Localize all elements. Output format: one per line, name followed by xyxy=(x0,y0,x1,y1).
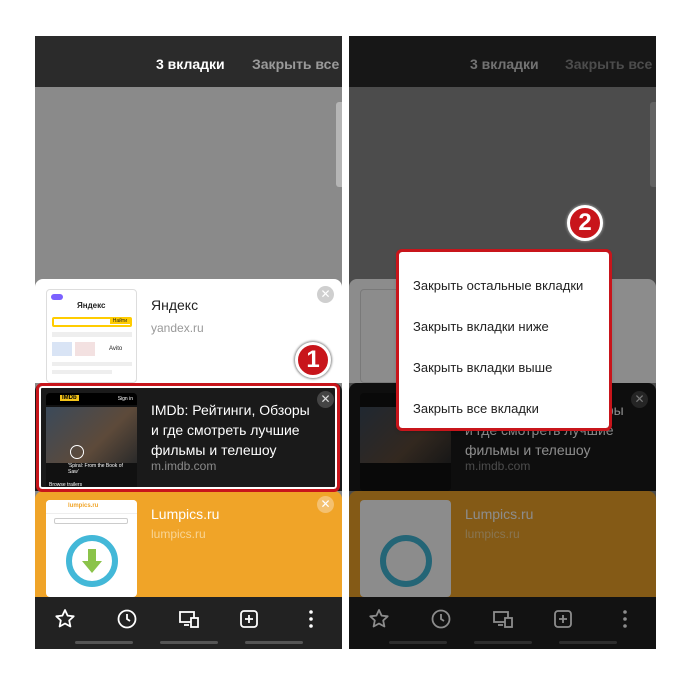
tabs-header: 3 вкладки Закрыть все xyxy=(35,36,342,87)
nav-hint-line xyxy=(245,641,303,644)
tab-url: yandex.ru xyxy=(151,321,204,335)
avito-label: Avito xyxy=(109,346,123,352)
tab-thumbnail-yandex: Яндекс Найти Avito xyxy=(46,289,137,383)
step-badge-2: 2 xyxy=(567,205,603,241)
yandex-find-button: Найти xyxy=(109,318,130,324)
close-tab-icon[interactable]: ✕ xyxy=(317,496,334,513)
tab-card-lumpics[interactable]: lumpics.ru Lumpics.ru lumpics.ru xyxy=(35,491,342,597)
tab-url: lumpics.ru xyxy=(151,527,206,541)
step-badge-1: 1 xyxy=(295,342,331,378)
tab-thumbnail-lumpics: lumpics.ru xyxy=(46,500,137,597)
tab-count-label: 3 вкладки xyxy=(156,56,225,72)
close-tab-icon[interactable]: ✕ xyxy=(317,286,334,303)
devices-icon[interactable] xyxy=(177,607,201,631)
nav-hint-line xyxy=(160,641,218,644)
new-tab-icon[interactable] xyxy=(237,607,261,631)
tab-title: Lumpics.ru xyxy=(151,506,220,522)
bottom-toolbar xyxy=(35,597,342,649)
star-icon[interactable] xyxy=(53,607,77,631)
context-menu-highlight xyxy=(396,249,612,431)
phone-screen-right: 3 вкладки Закрыть все Яндекс yandex.ru I… xyxy=(349,36,656,649)
imdb-card-highlight xyxy=(36,383,340,492)
more-icon[interactable] xyxy=(299,607,323,631)
phone-screen-left: 3 вкладки Закрыть все Яндекс Найти Avito… xyxy=(35,36,342,649)
scrollbar[interactable] xyxy=(336,102,342,187)
yandex-logo: Яндекс xyxy=(77,301,106,310)
history-icon[interactable] xyxy=(115,607,139,631)
download-graphic-icon xyxy=(66,535,118,587)
lumpics-logo: lumpics.ru xyxy=(68,503,99,509)
nav-hint-line xyxy=(75,641,133,644)
tab-title: Яндекс xyxy=(151,297,199,313)
close-all-button[interactable]: Закрыть все xyxy=(252,56,339,72)
